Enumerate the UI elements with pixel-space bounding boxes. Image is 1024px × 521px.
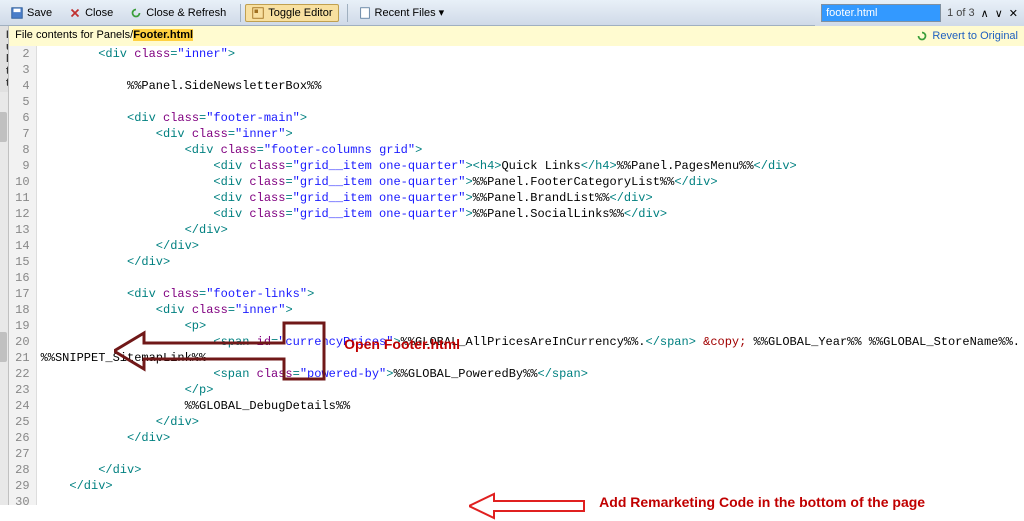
editor-filename: Footer.html [133, 29, 193, 41]
search-count: 1 of 3 [947, 7, 975, 19]
separator [240, 4, 241, 22]
toggle-icon [251, 6, 265, 20]
save-button[interactable]: Save [4, 4, 58, 22]
search-bar: 1 of 3 ∧ ∨ ✕ [815, 0, 1024, 26]
sidebar: Files used by this template: Snippets in… [0, 26, 9, 505]
close-icon [68, 6, 82, 20]
line-gutter: 2 3 4 5 6 7 8 9 10 11 12 13 14 15 16 17 … [9, 46, 36, 505]
revert-button[interactable]: Revert to Original [915, 29, 1018, 43]
toggle-editor-button[interactable]: Toggle Editor [245, 4, 338, 22]
save-label: Save [27, 7, 52, 19]
scrollbar-thumb[interactable] [0, 332, 7, 362]
scrollbar-thumb[interactable] [0, 112, 7, 142]
chevron-down-icon: ▾ [439, 6, 445, 19]
close-button[interactable]: Close [62, 4, 119, 22]
search-prev-icon[interactable]: ∧ [981, 7, 989, 20]
search-next-icon[interactable]: ∨ [995, 7, 1003, 20]
recent-files-label: Recent Files [375, 7, 436, 19]
sidebar-heading: Files used by this template: [0, 26, 9, 92]
code-editor[interactable]: 2 3 4 5 6 7 8 9 10 11 12 13 14 15 16 17 … [9, 46, 1024, 505]
search-input[interactable] [821, 4, 941, 22]
annotation-open: Open Footer.html [344, 336, 460, 352]
editor: File contents for Panels/Footer.html Rev… [9, 26, 1024, 505]
close-refresh-button[interactable]: Close & Refresh [123, 4, 232, 22]
toggle-editor-label: Toggle Editor [268, 7, 332, 19]
refresh-icon [129, 6, 143, 20]
close-refresh-label: Close & Refresh [146, 7, 226, 19]
scrollbar[interactable] [0, 92, 8, 505]
disk-icon [10, 6, 24, 20]
editor-header: File contents for Panels/Footer.html Rev… [9, 26, 1024, 46]
file-icon [358, 6, 372, 20]
recent-files-button[interactable]: Recent Files ▾ [352, 4, 451, 22]
search-close-icon[interactable]: ✕ [1009, 7, 1018, 20]
close-label: Close [85, 7, 113, 19]
separator [347, 4, 348, 22]
toolbar: Save Close Close & Refresh Toggle Editor… [0, 0, 1024, 26]
revert-icon [915, 29, 929, 43]
annotation-add: Add Remarketing Code in the bottom of th… [599, 494, 925, 510]
code-lines[interactable]: <div class="inner"> %%Panel.SideNewslett… [37, 46, 1024, 505]
